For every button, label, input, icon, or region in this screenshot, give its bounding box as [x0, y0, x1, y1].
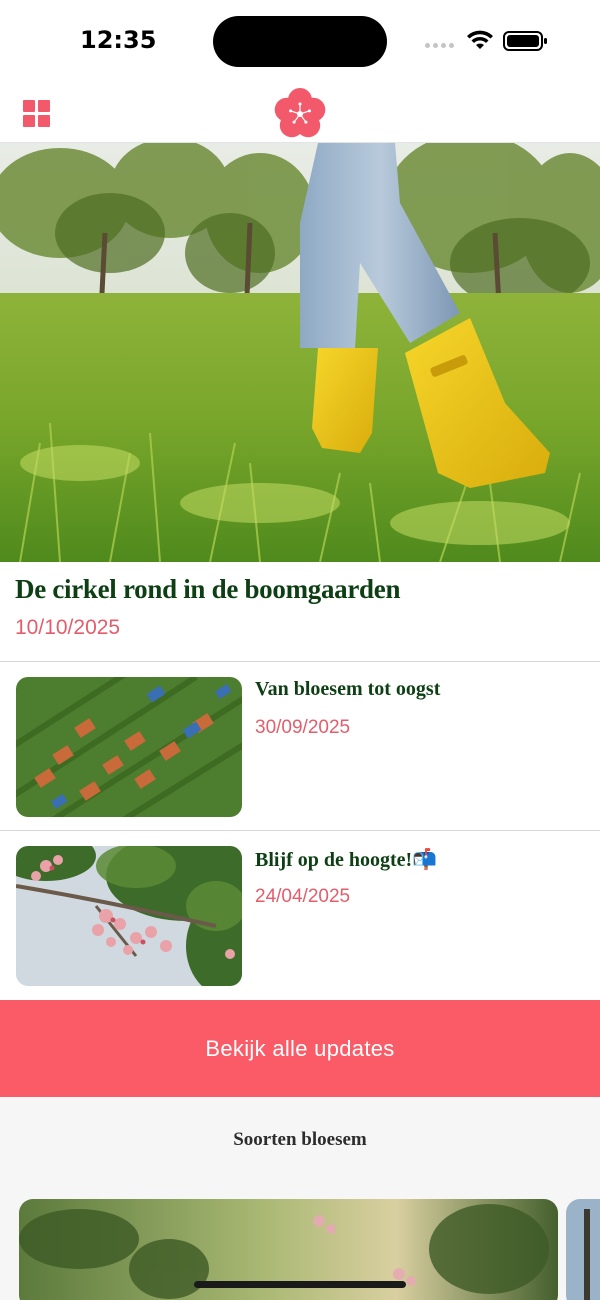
top-nav-bar — [0, 80, 600, 143]
section-title: Soorten bloesem — [233, 1129, 367, 1150]
update-list-item[interactable]: Van bloesem tot oogst 30/09/2025 — [0, 662, 600, 830]
wifi-icon — [467, 30, 493, 49]
hero-title[interactable]: De cirkel rond in de boomgaarden — [15, 574, 400, 605]
grid-menu-icon[interactable] — [23, 100, 50, 127]
blossom-types-section: Soorten bloesem — [0, 1097, 600, 1300]
blossom-type-card[interactable] — [566, 1199, 600, 1300]
hero-date: 10/10/2025 — [15, 616, 121, 639]
hero-image[interactable] — [0, 143, 600, 562]
update-title: Blijf op de hoogte!📬 — [255, 849, 438, 871]
blossom-flower-icon[interactable] — [271, 85, 329, 143]
update-date: 30/09/2025 — [255, 717, 351, 738]
update-list-item[interactable]: Blijf op de hoogte!📬 24/04/2025 — [0, 831, 600, 999]
cellular-signal-icon — [425, 43, 454, 48]
status-time: 12:35 — [80, 26, 157, 54]
home-indicator[interactable] — [194, 1281, 406, 1288]
update-thumbnail — [16, 846, 242, 986]
battery-icon — [503, 31, 547, 51]
status-bar: 12:35 — [0, 0, 600, 80]
update-date: 24/04/2025 — [255, 886, 351, 907]
update-title: Van bloesem tot oogst — [255, 678, 441, 700]
dynamic-island — [213, 16, 387, 67]
view-all-updates-button[interactable]: Bekijk alle updates — [0, 1000, 600, 1097]
update-thumbnail — [16, 677, 242, 817]
